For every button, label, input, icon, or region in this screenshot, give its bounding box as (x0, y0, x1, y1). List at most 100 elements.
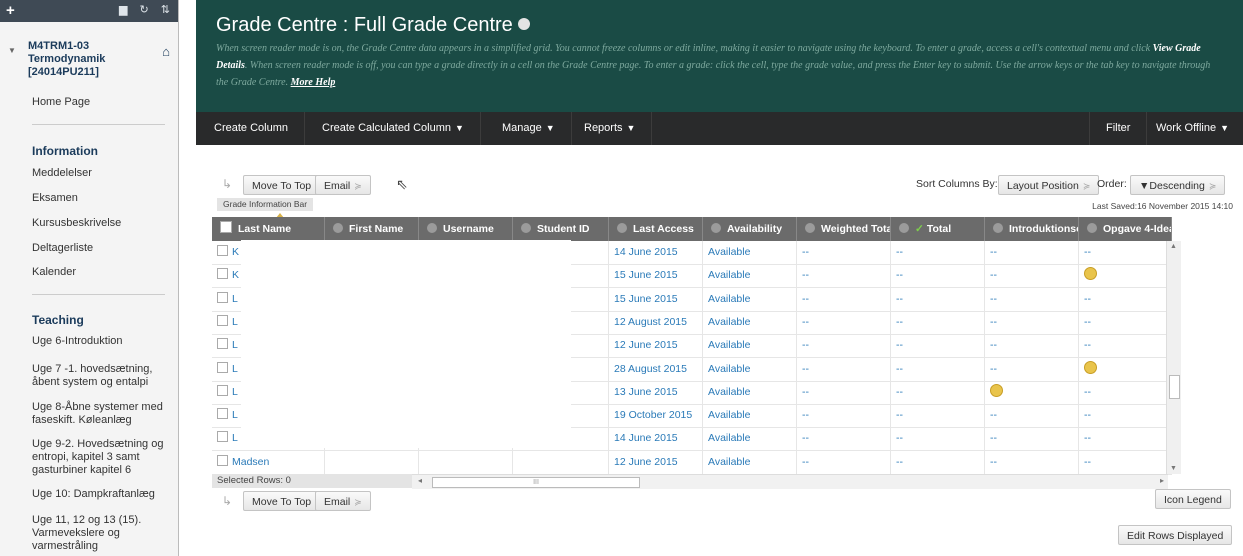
last-access-cell[interactable]: 12 June 2015 (609, 450, 703, 474)
add-menu-item-icon[interactable]: + (6, 2, 15, 19)
opgave-4-cell[interactable]: -- (1079, 380, 1172, 404)
row-select-checkbox[interactable] (217, 338, 228, 350)
introduktionsopgave-cell[interactable]: -- (985, 450, 1079, 474)
total-cell[interactable]: -- (891, 427, 985, 451)
move-to-top-button-bottom[interactable]: Move To Top (243, 491, 321, 511)
column-menu-icon[interactable] (711, 223, 721, 233)
total-cell[interactable]: -- (891, 334, 985, 358)
username-cell[interactable] (419, 450, 513, 474)
weighted-total-cell[interactable]: -- (797, 241, 891, 264)
sort-columns-select[interactable]: Layout Position ≽ (998, 175, 1100, 195)
total-cell[interactable]: -- (891, 380, 985, 404)
last-name-text[interactable]: L (232, 316, 238, 328)
row-select-checkbox[interactable] (217, 454, 228, 466)
weighted-total-cell[interactable]: -- (797, 264, 891, 288)
weighted-total-cell[interactable]: -- (797, 450, 891, 474)
refresh-icon[interactable]: ↻ (140, 4, 149, 16)
introduktionsopgave-cell[interactable]: -- (985, 357, 1079, 381)
icon-legend-button[interactable]: Icon Legend (1155, 489, 1231, 509)
needs-grading-icon[interactable] (1084, 360, 1097, 374)
sidebar-item-uge8[interactable]: Uge 8-Åbne systemer med faseskift. Kølea… (32, 401, 172, 427)
weighted-total-cell[interactable]: -- (797, 310, 891, 334)
folder-view-icon[interactable]: ▆ (119, 4, 127, 16)
scroll-down-icon[interactable]: ▼ (1170, 465, 1177, 472)
needs-grading-icon[interactable] (1084, 267, 1097, 281)
scrollbar-thumb[interactable]: III (432, 477, 640, 488)
last-name-text[interactable]: L (232, 339, 238, 351)
column-menu-icon[interactable] (805, 223, 815, 233)
column-menu-icon[interactable] (993, 223, 1003, 233)
order-select[interactable]: ▼Descending ≽ (1130, 175, 1226, 195)
weighted-total-cell[interactable]: -- (797, 427, 891, 451)
opgave-4-cell[interactable] (1079, 357, 1172, 381)
opgave-4-cell[interactable]: -- (1079, 450, 1172, 474)
column-menu-icon[interactable] (521, 223, 531, 233)
sidebar-item-eksamen[interactable]: Eksamen (32, 192, 172, 205)
row-select-checkbox[interactable] (217, 361, 228, 373)
needs-grading-icon[interactable] (990, 383, 1003, 397)
availability-cell[interactable]: Available (703, 404, 797, 428)
column-header-last-name[interactable]: Last Name (212, 217, 325, 241)
scrollbar-thumb[interactable] (1169, 375, 1180, 399)
last-name-text[interactable]: L (232, 409, 238, 421)
sidebar-item-uge6[interactable]: Uge 6-Introduktion (32, 335, 172, 348)
availability-cell[interactable]: Available (703, 264, 797, 288)
availability-cell[interactable]: Available (703, 287, 797, 311)
select-all-checkbox[interactable] (220, 221, 232, 233)
availability-cell[interactable]: Available (703, 427, 797, 451)
last-name-text[interactable]: L (232, 432, 238, 444)
introduktionsopgave-cell[interactable]: -- (985, 287, 1079, 311)
weighted-total-cell[interactable]: -- (797, 380, 891, 404)
create-calculated-column-button[interactable]: Create Calculated Column ▼ (306, 112, 481, 145)
weighted-total-cell[interactable]: -- (797, 357, 891, 381)
column-header-total[interactable]: ✓ Total (891, 217, 985, 241)
last-access-cell[interactable]: 14 June 2015 (609, 427, 703, 451)
row-select-checkbox[interactable] (217, 268, 228, 280)
opgave-4-cell[interactable]: -- (1079, 241, 1172, 264)
total-cell[interactable]: -- (891, 357, 985, 381)
title-menu-icon[interactable] (517, 18, 530, 30)
total-cell[interactable]: -- (891, 287, 985, 311)
availability-cell[interactable]: Available (703, 310, 797, 334)
sidebar-item-uge11[interactable]: Uge 11, 12 og 13 (15). Varmevekslere og … (32, 514, 172, 553)
column-menu-icon[interactable] (1087, 223, 1097, 233)
column-menu-icon[interactable] (899, 223, 909, 233)
first-name-cell[interactable] (325, 450, 419, 474)
reorder-icon[interactable]: ⇅ (161, 4, 170, 16)
weighted-total-cell[interactable]: -- (797, 287, 891, 311)
last-name-text[interactable]: K (232, 269, 239, 281)
horizontal-scrollbar[interactable]: ◂ III ▸ (412, 474, 1168, 489)
create-column-button[interactable]: Create Column (198, 112, 305, 145)
column-header-availability[interactable]: Availability (703, 217, 797, 241)
row-select-checkbox[interactable] (217, 431, 228, 443)
availability-cell[interactable]: Available (703, 450, 797, 474)
sidebar-item-kalender[interactable]: Kalender (32, 266, 172, 279)
sidebar-item-kursusbeskrivelse[interactable]: Kursusbeskrivelse (32, 217, 172, 230)
sidebar-item-uge10[interactable]: Uge 10: Dampkraftanlæg (32, 488, 172, 501)
last-name-text[interactable]: K (232, 246, 239, 258)
manage-menu-button[interactable]: Manage ▼ (486, 112, 572, 145)
scroll-left-icon[interactable]: ◂ (418, 476, 422, 485)
move-to-top-button[interactable]: Move To Top (243, 175, 321, 195)
last-name-text[interactable]: Madsen (232, 456, 269, 468)
column-header-last-access[interactable]: Last Access (609, 217, 703, 241)
row-select-checkbox[interactable] (217, 408, 228, 420)
last-access-cell[interactable]: 15 June 2015 (609, 264, 703, 288)
introduktionsopgave-cell[interactable]: -- (985, 264, 1079, 288)
column-header-first-name[interactable]: First Name (325, 217, 419, 241)
vertical-scrollbar[interactable]: ▲ ▼ (1166, 241, 1181, 474)
edit-rows-displayed-button[interactable]: Edit Rows Displayed (1118, 525, 1233, 545)
opgave-4-cell[interactable]: -- (1079, 427, 1172, 451)
collapse-chevron-icon[interactable]: ▼ (8, 46, 16, 55)
column-menu-icon[interactable] (617, 223, 627, 233)
column-header-introduktionsopgave[interactable]: Introduktionsop (985, 217, 1079, 241)
row-select-checkbox[interactable] (217, 384, 228, 396)
total-cell[interactable]: -- (891, 450, 985, 474)
sidebar-item-uge7[interactable]: Uge 7 -1. hovedsætning, åbent system og … (32, 363, 172, 389)
opgave-4-cell[interactable]: -- (1079, 287, 1172, 311)
opgave-4-cell[interactable]: -- (1079, 310, 1172, 334)
course-title[interactable]: M4TRM1-03 Termodynamik [24014PU211] (28, 40, 153, 79)
sidebar-item-meddelelser[interactable]: Meddelelser (32, 167, 172, 180)
scroll-up-icon[interactable]: ▲ (1170, 243, 1177, 250)
email-menu-button[interactable]: Email ≽ (315, 175, 371, 195)
